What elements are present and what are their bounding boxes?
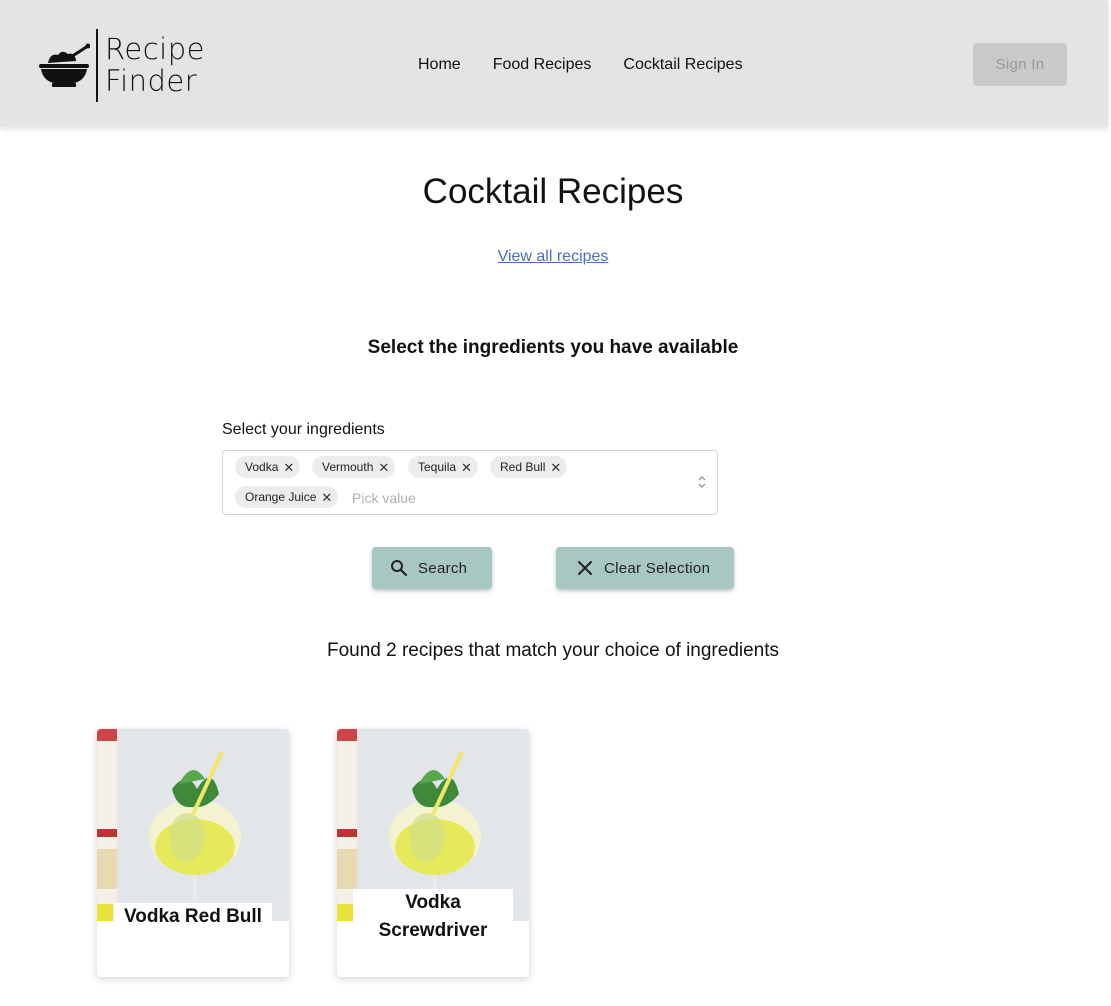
app-logo[interactable]: Recipe Finder (38, 28, 205, 102)
recipe-title[interactable]: Vodka Screwdriver (353, 889, 513, 947)
remove-vermouth-icon[interactable]: ✕ (378, 461, 389, 474)
logo-text: Recipe Finder (105, 33, 205, 97)
recipe-title[interactable]: Vodka Red Bull (114, 903, 272, 933)
ingredient-pill-tequila: Tequila ✕ (408, 456, 478, 478)
page-title: Cocktail Recipes (422, 172, 684, 211)
ingredients-subtitle: Select the ingredients you have availabl… (367, 337, 739, 358)
recipe-image (97, 729, 289, 921)
remove-red-bull-icon[interactable]: ✕ (550, 461, 561, 474)
sign-in-button[interactable]: Sign In (973, 43, 1067, 86)
pill-label: Vodka (245, 460, 279, 474)
bowl-icon (38, 43, 91, 87)
pill-label: Vermouth (322, 460, 374, 474)
results-count-text: Found 2 recipes that match your choice o… (326, 640, 780, 661)
ingredients-multiselect[interactable]: Vodka ✕ Vermouth ✕ Tequila ✕ Red Bull ✕ … (222, 450, 718, 515)
nav-home[interactable]: Home (418, 54, 461, 76)
search-button[interactable]: Search (372, 547, 492, 589)
search-button-label: Search (418, 559, 468, 577)
recipe-card[interactable]: Vodka Red Bull (97, 729, 289, 977)
remove-vodka-icon[interactable]: ✕ (283, 461, 294, 474)
ingredient-search-input[interactable]: Pick value (352, 490, 416, 506)
remove-tequila-icon[interactable]: ✕ (461, 461, 472, 474)
main-nav: Home Food Recipes Cocktail Recipes (418, 54, 775, 76)
clear-button-label: Clear Selection (604, 559, 711, 577)
ingredients-label: Select your ingredients (222, 421, 385, 438)
ingredient-pill-orange-juice: Orange Juice ✕ (235, 486, 339, 508)
logo-divider (96, 28, 98, 102)
recipe-card[interactable]: Vodka Screwdriver (337, 729, 529, 977)
remove-orange-juice-icon[interactable]: ✕ (321, 491, 332, 504)
logo-line-2: Finder (105, 64, 198, 98)
clear-selection-button[interactable]: Clear Selection (556, 547, 734, 589)
ingredient-pill-vermouth: Vermouth ✕ (312, 456, 396, 478)
close-icon (578, 561, 592, 575)
pill-label: Red Bull (500, 460, 546, 474)
chevron-up-down-icon[interactable] (697, 474, 707, 490)
view-all-recipes-link[interactable]: View all recipes (498, 248, 609, 265)
search-icon (391, 560, 408, 577)
nav-food-recipes[interactable]: Food Recipes (493, 54, 592, 76)
ingredient-pill-vodka: Vodka ✕ (235, 456, 301, 478)
pill-label: Orange Juice (245, 490, 317, 504)
top-header: Recipe Finder Home Food Recipes Cocktail… (0, 0, 1108, 127)
nav-cocktail-recipes[interactable]: Cocktail Recipes (623, 54, 742, 76)
pill-label: Tequila (418, 460, 457, 474)
ingredient-pill-red-bull: Red Bull ✕ (490, 456, 568, 478)
logo-line-1: Recipe (105, 32, 205, 66)
view-all-container: View all recipes (0, 248, 1106, 266)
